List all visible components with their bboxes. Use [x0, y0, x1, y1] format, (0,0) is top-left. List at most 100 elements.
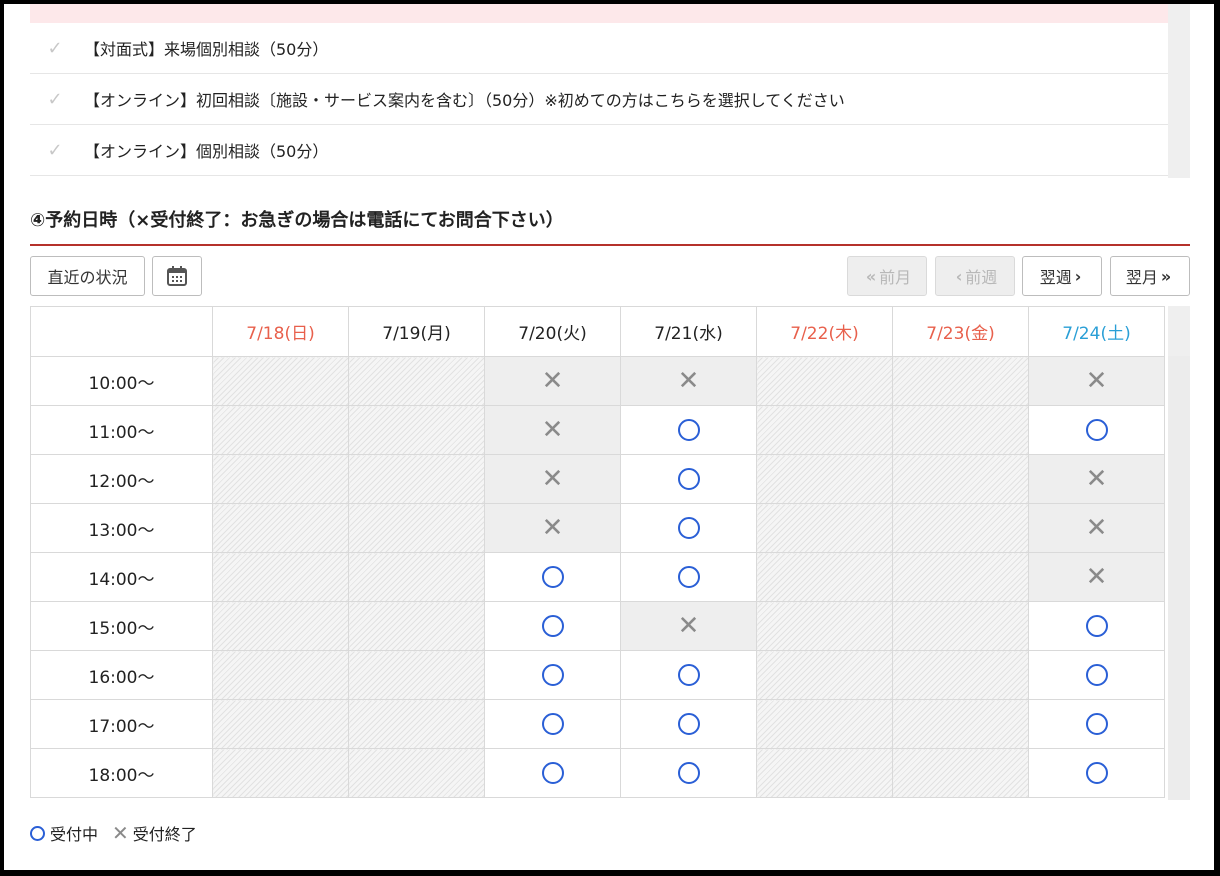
time-row: 13:00〜 ✕ ✕ [30, 503, 1165, 553]
unavailable-slot [756, 356, 893, 406]
unavailable-slot [348, 454, 485, 504]
closed-slot: ✕ [1028, 552, 1165, 602]
time-row: 18:00〜 [30, 748, 1165, 798]
chevron-left-icon: ‹ [955, 266, 963, 286]
calendar-icon [167, 266, 187, 286]
recent-status-label: 直近の状況 [47, 268, 128, 287]
open-slot[interactable] [1028, 405, 1165, 455]
unavailable-slot [892, 454, 1029, 504]
open-slot[interactable] [620, 699, 757, 749]
unavailable-slot [348, 503, 485, 553]
unavailable-slot [892, 699, 1029, 749]
selected-plan-highlight [30, 4, 1168, 23]
plan-list-scrollbar[interactable] [1168, 4, 1190, 178]
closed-cross-icon: ✕ [1085, 366, 1108, 396]
open-circle-icon [1085, 762, 1108, 784]
open-circle-icon [1085, 664, 1108, 686]
next-week-label: 翌週 [1039, 268, 1072, 287]
open-circle-icon [677, 713, 700, 735]
open-circle-icon [541, 566, 564, 588]
unavailable-slot [212, 699, 349, 749]
open-slot[interactable] [1028, 748, 1165, 798]
time-row: 16:00〜 [30, 650, 1165, 700]
closed-cross-icon: ✕ [541, 464, 564, 494]
closed-slot: ✕ [1028, 503, 1165, 553]
plan-option-label: 【オンライン】初回相談〔施設・サービス案内を含む〕（50分）※初めての方はこちら… [84, 91, 845, 110]
prev-week-button[interactable]: ‹ 前週 [935, 256, 1015, 296]
day-header: 7/21(水) [620, 306, 757, 357]
recent-status-button[interactable]: 直近の状況 [30, 256, 145, 296]
open-slot[interactable] [620, 503, 757, 553]
unavailable-slot [212, 454, 349, 504]
open-slot[interactable] [1028, 601, 1165, 651]
time-row: 17:00〜 [30, 699, 1165, 749]
closed-cross-icon: ✕ [541, 415, 564, 445]
calendar-button[interactable] [152, 256, 202, 296]
time-row: 12:00〜 ✕ ✕ [30, 454, 1165, 504]
plan-option-online-individual[interactable]: ✓ 【オンライン】個別相談（50分） [30, 125, 1168, 176]
check-icon: ✓ [47, 37, 63, 59]
unavailable-slot [212, 601, 349, 651]
next-month-button[interactable]: 翌月 » [1110, 256, 1190, 296]
closed-slot: ✕ [620, 356, 757, 406]
closed-slot: ✕ [620, 601, 757, 651]
day-header-row: 7/18(日) 7/19(月) 7/20(火) 7/21(水) 7/22(木) … [30, 306, 1165, 357]
open-slot[interactable] [484, 650, 621, 700]
open-circle-icon [541, 615, 564, 637]
open-slot[interactable] [484, 699, 621, 749]
closed-slot: ✕ [484, 503, 621, 553]
open-slot[interactable] [620, 650, 757, 700]
unavailable-slot [892, 601, 1029, 651]
time-label: 14:00〜 [30, 552, 213, 602]
open-slot[interactable] [484, 601, 621, 651]
chevron-right-icon: › [1074, 266, 1082, 286]
time-label: 15:00〜 [30, 601, 213, 651]
unavailable-slot [756, 748, 893, 798]
schedule-scrollbar[interactable] [1168, 306, 1190, 800]
double-chevron-left-icon: « [865, 266, 877, 286]
next-week-button[interactable]: 翌週 › [1022, 256, 1102, 296]
unavailable-slot [892, 748, 1029, 798]
unavailable-slot [756, 552, 893, 602]
open-slot[interactable] [620, 405, 757, 455]
unavailable-slot [756, 454, 893, 504]
open-slot[interactable] [620, 552, 757, 602]
check-icon: ✓ [47, 139, 63, 161]
time-label: 12:00〜 [30, 454, 213, 504]
unavailable-slot [348, 601, 485, 651]
unavailable-slot [348, 650, 485, 700]
closed-cross-icon: ✕ [677, 366, 700, 396]
closed-cross-icon: ✕ [677, 611, 700, 641]
open-circle-icon [677, 664, 700, 686]
open-slot[interactable] [620, 748, 757, 798]
plan-list: ✓ 【対面式】来場個別相談（50分） ✓ 【オンライン】初回相談〔施設・サービス… [30, 4, 1190, 178]
open-slot[interactable] [484, 552, 621, 602]
open-slot[interactable] [1028, 699, 1165, 749]
unavailable-slot [348, 405, 485, 455]
plan-option-onsite[interactable]: ✓ 【対面式】来場個別相談（50分） [30, 23, 1168, 74]
plan-option-online-first[interactable]: ✓ 【オンライン】初回相談〔施設・サービス案内を含む〕（50分）※初めての方はこ… [30, 74, 1168, 125]
prev-month-button[interactable]: « 前月 [847, 256, 927, 296]
time-label: 10:00〜 [30, 356, 213, 406]
unavailable-slot [348, 699, 485, 749]
open-slot[interactable] [484, 748, 621, 798]
time-row: 15:00〜 ✕ [30, 601, 1165, 651]
unavailable-slot [892, 503, 1029, 553]
unavailable-slot [348, 356, 485, 406]
unavailable-slot [212, 356, 349, 406]
open-slot[interactable] [1028, 650, 1165, 700]
day-header: 7/19(月) [348, 306, 485, 357]
open-circle-icon [677, 468, 700, 490]
time-label: 18:00〜 [30, 748, 213, 798]
section-title: ④予約日時（×受付終了：お急ぎの場合は電話にてお問合下さい） [30, 210, 564, 231]
closed-slot: ✕ [1028, 454, 1165, 504]
legend: 受付中 ✕ 受付終了 [30, 821, 197, 845]
unavailable-slot [892, 405, 1029, 455]
time-label: 17:00〜 [30, 699, 213, 749]
open-slot[interactable] [620, 454, 757, 504]
unavailable-slot [756, 405, 893, 455]
closed-slot: ✕ [484, 454, 621, 504]
unavailable-slot [756, 650, 893, 700]
closed-slot: ✕ [1028, 356, 1165, 406]
prev-week-label: 前週 [965, 268, 998, 287]
